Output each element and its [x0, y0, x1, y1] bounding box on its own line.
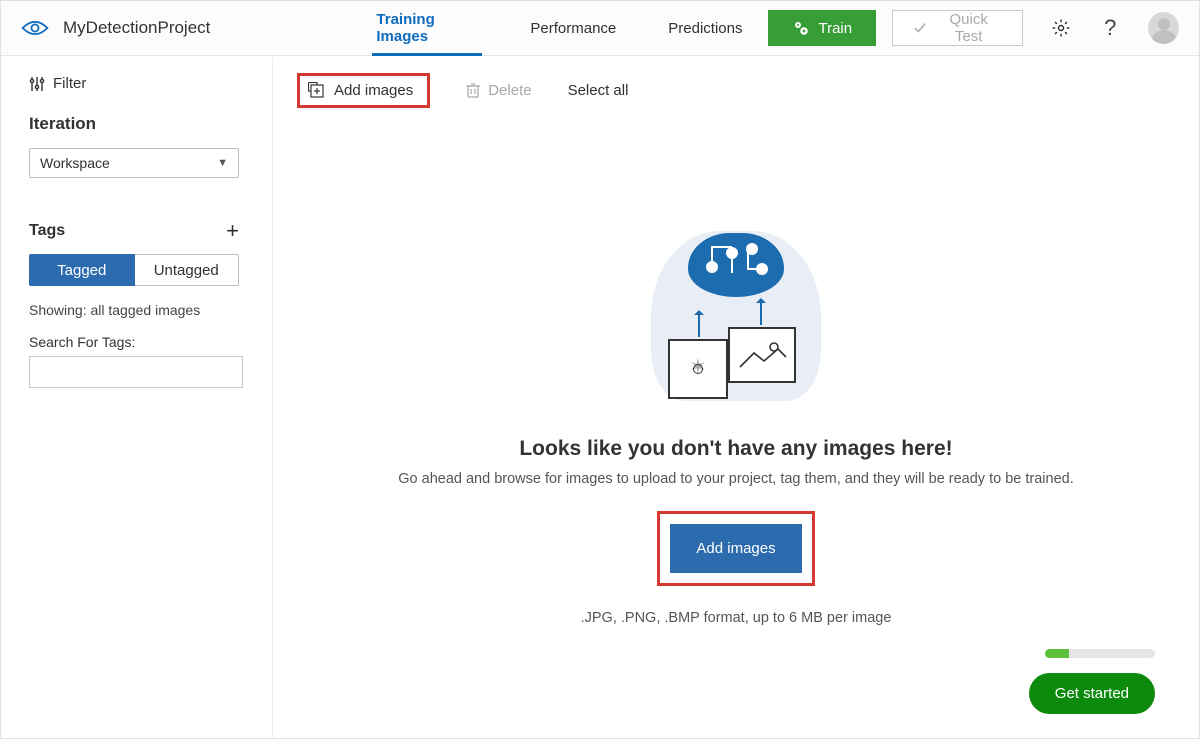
onboarding-progress: [1045, 649, 1155, 658]
gears-icon: [792, 19, 810, 37]
empty-subtext: Go ahead and browse for images to upload…: [313, 471, 1159, 487]
add-images-toolbar-button[interactable]: Add images: [297, 73, 430, 108]
trash-icon: [466, 82, 480, 98]
chevron-down-icon: ▼: [217, 157, 228, 169]
tags-heading: Tags: [29, 222, 65, 240]
settings-gear-icon[interactable]: [1049, 16, 1072, 40]
get-started-button[interactable]: Get started: [1029, 673, 1155, 714]
logo-eye-icon: [21, 19, 63, 37]
train-button[interactable]: Train: [768, 10, 876, 46]
tab-training-images[interactable]: Training Images: [350, 1, 504, 55]
filter-toggle[interactable]: Filter: [29, 75, 244, 92]
tagged-segment[interactable]: Tagged: [29, 254, 135, 286]
sliders-icon: [29, 76, 45, 92]
header-bar: MyDetectionProject Training Images Perfo…: [1, 1, 1199, 56]
delete-button: Delete: [466, 82, 531, 99]
format-hint: .JPG, .PNG, .BMP format, up to 6 MB per …: [313, 610, 1159, 626]
add-images-main-button[interactable]: Add images: [670, 524, 801, 573]
user-avatar[interactable]: [1148, 12, 1179, 44]
empty-state: Looks like you don't have any images her…: [273, 211, 1199, 626]
search-tags-input[interactable]: [29, 356, 243, 388]
content-toolbar: Add images Delete Select all: [273, 69, 1199, 111]
empty-heading: Looks like you don't have any images her…: [313, 437, 1159, 461]
help-icon[interactable]: ?: [1099, 16, 1122, 40]
add-tag-button[interactable]: +: [226, 220, 239, 242]
untagged-segment[interactable]: Untagged: [135, 254, 240, 286]
upload-illustration: [636, 211, 836, 411]
project-name: MyDetectionProject: [63, 18, 210, 38]
tag-filter-segment: Tagged Untagged: [29, 254, 239, 286]
filter-sidebar: Filter Iteration Workspace ▼ Tags + Tagg…: [1, 57, 273, 738]
iteration-heading: Iteration: [29, 114, 244, 134]
nav-tabs: Training Images Performance Predictions: [350, 1, 768, 55]
iteration-select[interactable]: Workspace ▼: [29, 148, 239, 178]
quick-test-button[interactable]: Quick Test: [892, 10, 1023, 46]
showing-status: Showing: all tagged images: [29, 302, 244, 318]
search-tags-label: Search For Tags:: [29, 334, 244, 350]
select-all-button[interactable]: Select all: [568, 82, 629, 99]
tab-predictions[interactable]: Predictions: [642, 1, 768, 55]
add-images-highlight: Add images: [657, 511, 814, 586]
tab-performance[interactable]: Performance: [504, 1, 642, 55]
content-area: Add images Delete Select all Looks like …: [273, 57, 1199, 738]
check-icon: [913, 21, 927, 35]
add-image-icon: [308, 82, 324, 98]
